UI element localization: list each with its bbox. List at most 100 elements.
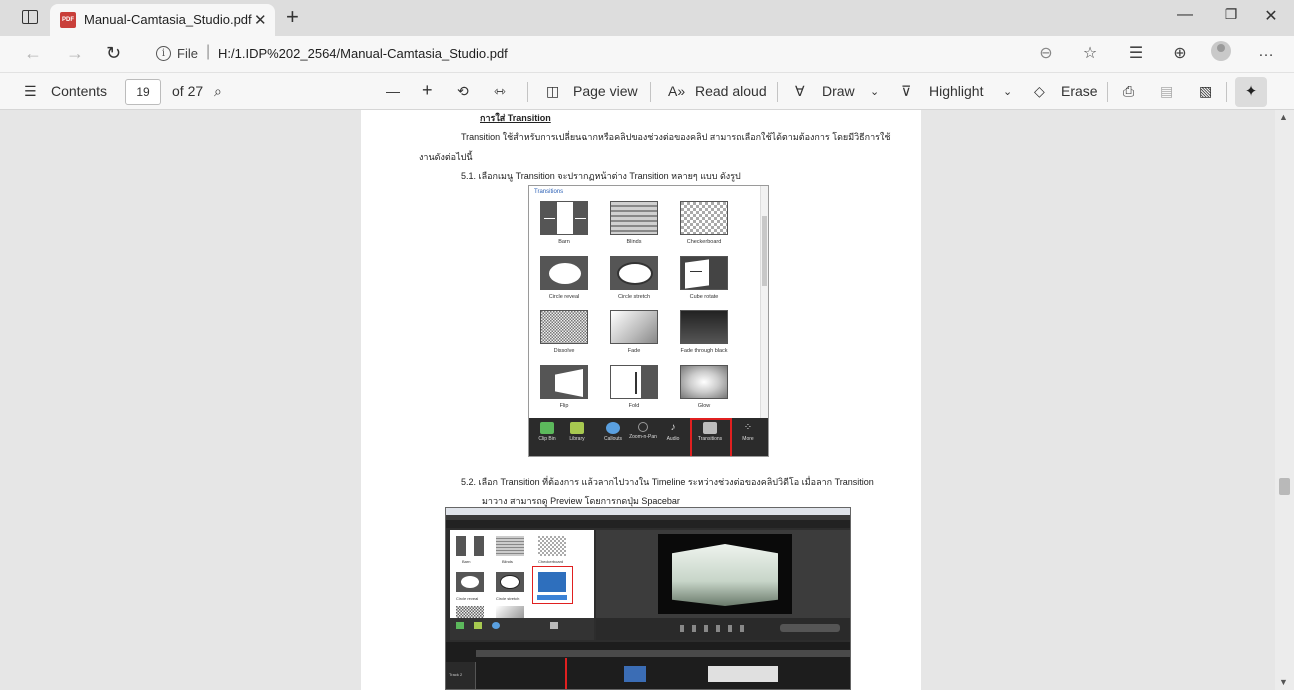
transition-item-blinds: Blinds xyxy=(604,201,664,245)
url-field[interactable]: i File | H:/1.IDP%202_2564/Manual-Camtas… xyxy=(150,40,1100,68)
collections-icon[interactable]: ⊕ xyxy=(1168,43,1192,63)
save-icon[interactable]: ▤ xyxy=(1160,83,1173,100)
close-tab-icon[interactable]: ✕ xyxy=(254,11,267,29)
zoom-icon[interactable]: ⊖ xyxy=(1034,43,1058,63)
tab-active[interactable]: PDF Manual-Camtasia_Studio.pdf ✕ xyxy=(50,4,275,36)
transition-label: Fade through black xyxy=(680,348,728,354)
transition-item-dissolve: Dissolve xyxy=(534,310,594,354)
highlight-icon[interactable]: ⊽ xyxy=(901,83,911,100)
transition-item-fade: Fade xyxy=(604,310,664,354)
timeline-pane: Track 2 xyxy=(446,642,850,689)
section-heading: การใส่ Transition xyxy=(480,113,551,123)
transition-label: Fold xyxy=(628,403,640,409)
dock-zoom-n-pan: Zoom-n-Pan xyxy=(629,422,657,440)
search-icon[interactable]: ⌕ xyxy=(214,83,222,100)
save-as-icon[interactable]: ▧ xyxy=(1199,83,1212,100)
preview-pane xyxy=(596,530,850,618)
erase-icon[interactable]: ◇ xyxy=(1034,83,1045,100)
transition-label: Blinds xyxy=(626,239,642,245)
dock-library: Library xyxy=(563,422,591,442)
mini-thumb xyxy=(538,536,566,556)
circle-stretch-thumbnail xyxy=(610,256,658,290)
pin-toolbar-icon[interactable]: ✦ xyxy=(1235,77,1267,107)
tab-actions-icon[interactable] xyxy=(22,10,38,24)
dock-callouts: Callouts xyxy=(599,422,627,442)
playback-controls xyxy=(596,618,850,640)
track-header: Track 2 xyxy=(446,662,476,689)
new-tab-button[interactable]: + xyxy=(286,4,299,30)
paragraph-line: Transition ใช้สำหรับการเปลี่ยนฉากหรือคลิ… xyxy=(461,132,891,142)
scroll-down-icon[interactable]: ▼ xyxy=(1279,677,1288,687)
mini-thumb xyxy=(456,572,484,592)
draw-icon[interactable]: ∀ xyxy=(795,83,805,100)
timeline-clip xyxy=(708,666,778,682)
read-aloud-icon[interactable]: A» xyxy=(668,83,685,99)
url-separator: | xyxy=(206,43,211,60)
toolbar-divider xyxy=(1107,82,1108,102)
toolbar-divider xyxy=(650,82,651,102)
pdf-viewer: การใส่ Transition Transition ใช้สำหรับกา… xyxy=(0,110,1275,690)
checkerboard-thumbnail xyxy=(680,201,728,235)
toolbar-divider xyxy=(1226,82,1227,102)
page-view-icon[interactable]: ◫ xyxy=(546,83,559,100)
contents-icon[interactable]: ☰ xyxy=(24,83,37,100)
mini-thumb xyxy=(456,536,484,556)
circle-reveal-thumbnail xyxy=(540,256,588,290)
mini-label: Circle reveal xyxy=(456,596,479,601)
favorites-icon[interactable]: ☰ xyxy=(1124,43,1148,63)
mini-thumb xyxy=(496,606,524,618)
camtasia-screenshot-image: Barn Blinds Checkerboard Circle reveal C… xyxy=(445,507,851,690)
mini-thumb xyxy=(496,572,524,592)
draw-button[interactable]: Draw xyxy=(822,83,855,99)
back-button[interactable]: ← xyxy=(24,43,42,64)
transition-item-glow: Glow xyxy=(674,365,734,409)
refresh-button[interactable]: ↻ xyxy=(106,43,121,64)
audio-icon: ♪ xyxy=(670,422,676,433)
page-view-button[interactable]: Page view xyxy=(573,83,638,99)
transition-label: Circle reveal xyxy=(548,294,580,300)
draw-dropdown-icon[interactable]: ⌄ xyxy=(870,85,879,98)
pdf-file-icon: PDF xyxy=(60,12,76,28)
print-icon[interactable]: ⎙ xyxy=(1123,83,1134,100)
scrollbar-thumb[interactable] xyxy=(1279,478,1290,495)
info-icon[interactable]: i xyxy=(156,46,171,61)
dock-clip-bin: Clip Bin xyxy=(533,422,561,442)
erase-button[interactable]: Erase xyxy=(1061,83,1098,99)
transition-label: Fade xyxy=(627,348,641,354)
transition-item-checkerboard: Checkerboard xyxy=(674,201,734,245)
pdf-page: การใส่ Transition Transition ใช้สำหรับกา… xyxy=(361,110,921,690)
zoom-in-button[interactable]: + xyxy=(422,80,433,101)
add-favorite-icon[interactable]: ☆ xyxy=(1078,43,1102,63)
close-window-button[interactable]: ✕ xyxy=(1248,6,1294,26)
page-number-input[interactable]: 19 xyxy=(125,79,161,105)
rotate-icon[interactable]: ⟲ xyxy=(457,83,469,100)
toolbar-divider xyxy=(777,82,778,102)
mini-dock xyxy=(450,618,594,640)
vertical-scrollbar[interactable]: ▲ ▼ xyxy=(1275,110,1294,690)
panel-scrollbar xyxy=(760,186,768,418)
pdf-toolbar: ☰ Contents 19 of 27 ⌕ — + ⟲ ⇿ ◫ Page vie… xyxy=(0,72,1294,110)
fit-width-icon[interactable]: ⇿ xyxy=(494,83,506,100)
profile-avatar[interactable] xyxy=(1211,41,1231,61)
flip-thumbnail xyxy=(540,365,588,399)
zoom-out-button[interactable]: — xyxy=(386,83,400,99)
track-label: Track 2 xyxy=(449,672,463,677)
timeline-clip xyxy=(624,666,646,682)
scroll-up-icon[interactable]: ▲ xyxy=(1279,112,1288,122)
transition-item-flip: Flip xyxy=(534,365,594,409)
mini-label: Blinds xyxy=(502,559,513,564)
highlight-dropdown-icon[interactable]: ⌄ xyxy=(1003,85,1012,98)
settings-more-icon[interactable]: … xyxy=(1254,43,1278,61)
forward-button[interactable]: → xyxy=(66,43,84,64)
minimize-button[interactable]: — xyxy=(1162,6,1208,24)
mini-label: Circle stretch xyxy=(496,596,520,601)
transition-label: Barn xyxy=(558,239,570,245)
transition-label: Circle stretch xyxy=(617,294,651,300)
contents-button[interactable]: Contents xyxy=(51,83,107,99)
transition-label: Checkerboard xyxy=(686,239,722,245)
read-aloud-button[interactable]: Read aloud xyxy=(695,83,767,99)
url-text[interactable]: H:/1.IDP%202_2564/Manual-Camtasia_Studio… xyxy=(218,46,508,61)
dissolve-thumbnail xyxy=(540,310,588,344)
clip-bin-icon xyxy=(540,422,554,434)
highlight-button[interactable]: Highlight xyxy=(929,83,983,99)
